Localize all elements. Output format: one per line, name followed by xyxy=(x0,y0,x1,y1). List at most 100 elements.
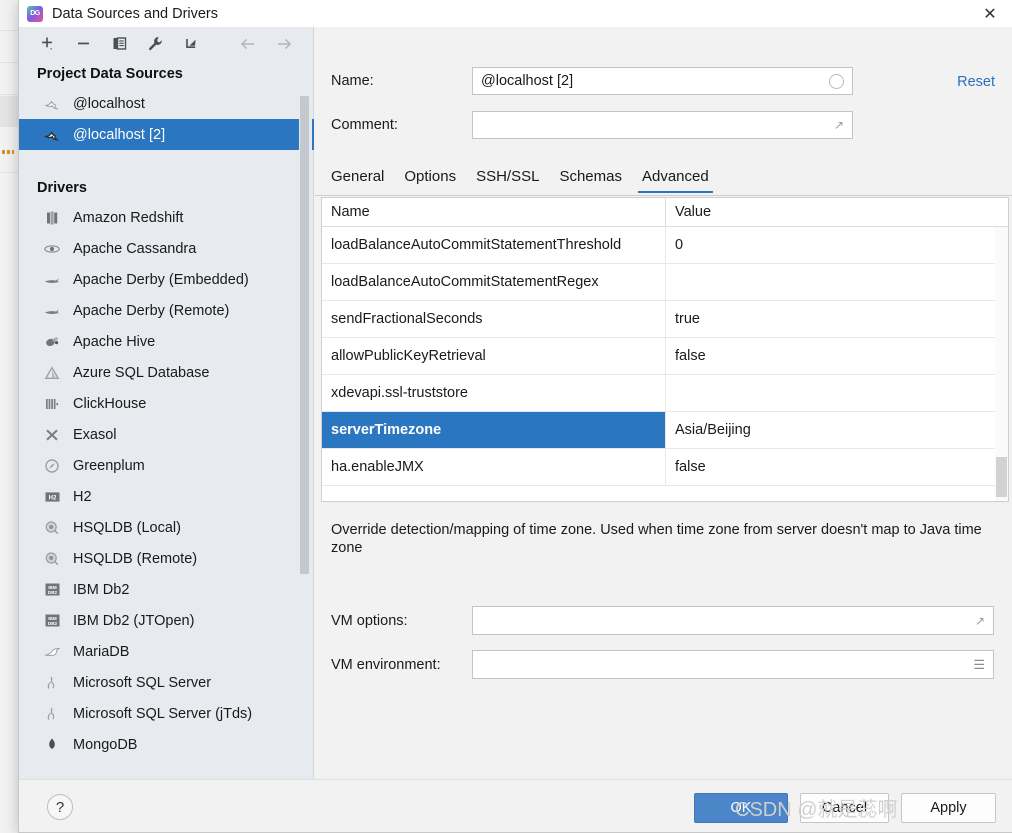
vm-environment-input[interactable]: ☰ xyxy=(472,650,994,679)
ok-button[interactable]: OK xyxy=(694,793,788,823)
driver-item-apache-derby-remote[interactable]: Apache Derby (Remote) xyxy=(19,295,314,326)
vm-options-input[interactable]: ↗ xyxy=(472,606,994,635)
driver-item-hsqldb-remote[interactable]: HSQLDB (Remote) xyxy=(19,543,314,574)
tab-advanced[interactable]: Advanced xyxy=(632,164,719,193)
driver-label: Amazon Redshift xyxy=(73,209,184,226)
comment-input[interactable]: ↗ xyxy=(472,111,853,139)
driver-item-azure-sql-database[interactable]: Azure SQL Database xyxy=(19,357,314,388)
table-row[interactable]: loadBalanceAutoCommitStatementThreshold … xyxy=(322,227,1008,264)
add-data-source-button[interactable] xyxy=(37,34,57,54)
property-value[interactable] xyxy=(665,264,1008,300)
property-name: allowPublicKeyRetrieval xyxy=(331,348,486,364)
sidebar-item-localhost-2[interactable]: @localhost [2] xyxy=(19,119,314,150)
vm-environment-label: VM environment: xyxy=(331,657,441,673)
sidebar-scrollbar-thumb[interactable] xyxy=(300,96,309,574)
driver-item-hsqldb-local[interactable]: HSQLDB (Local) xyxy=(19,512,314,543)
name-input[interactable]: @localhost [2] xyxy=(472,67,853,95)
property-value[interactable] xyxy=(665,375,1008,411)
driver-item-ibm-db2[interactable]: IBM DB2 IBM Db2 xyxy=(19,574,314,605)
hive-bee-icon xyxy=(41,332,63,352)
property-value[interactable]: false xyxy=(665,338,1008,374)
close-icon[interactable]: ✕ xyxy=(967,0,1012,27)
h2-icon: H2 xyxy=(41,487,63,507)
redshift-icon xyxy=(41,208,63,228)
dialog-titlebar: DG Data Sources and Drivers ✕ xyxy=(19,0,1012,27)
sidebar-list[interactable]: Project Data Sources @localhost @localho… xyxy=(19,60,314,779)
property-value[interactable]: Asia/Beijing xyxy=(665,412,1008,448)
help-button[interactable]: ? xyxy=(47,794,73,820)
expand-icon[interactable]: ↗ xyxy=(975,614,985,628)
connection-status-icon xyxy=(829,73,844,89)
property-value[interactable]: 0 xyxy=(665,227,1008,263)
svg-text:DB2: DB2 xyxy=(47,590,57,595)
table-scrollbar-thumb[interactable] xyxy=(996,457,1007,497)
forward-button[interactable] xyxy=(274,34,294,54)
driver-item-apache-derby-embedded[interactable]: Apache Derby (Embedded) xyxy=(19,264,314,295)
derby-icon xyxy=(41,270,63,290)
driver-label: IBM Db2 (JTOpen) xyxy=(73,612,195,629)
tab-general[interactable]: General xyxy=(321,164,394,193)
driver-item-apache-cassandra[interactable]: Apache Cassandra xyxy=(19,233,314,264)
driver-label: H2 xyxy=(73,488,92,505)
sidebar-scrollbar[interactable] xyxy=(299,60,312,779)
drivers-heading: Drivers xyxy=(37,180,87,196)
driver-label: Azure SQL Database xyxy=(73,364,210,381)
table-row[interactable]: xdevapi.ssl-truststore xyxy=(322,375,1008,412)
cancel-button[interactable]: Cancel xyxy=(800,793,889,823)
exasol-x-icon xyxy=(41,425,63,445)
driver-item-apache-hive[interactable]: Apache Hive xyxy=(19,326,314,357)
driver-item-ibm-db2-jtopen[interactable]: IBM DB2 IBM Db2 (JTOpen) xyxy=(19,605,314,636)
cassandra-eye-icon xyxy=(41,239,63,259)
mysql-dolphin-icon xyxy=(41,94,63,114)
driver-item-clickhouse[interactable]: ClickHouse xyxy=(19,388,314,419)
import-arrow-icon[interactable] xyxy=(181,34,201,54)
driver-item-microsoft-sql-server[interactable]: Microsoft SQL Server xyxy=(19,667,314,698)
apply-button[interactable]: Apply xyxy=(901,793,996,823)
driver-item-greenplum[interactable]: Greenplum xyxy=(19,450,314,481)
property-name: sendFractionalSeconds xyxy=(331,311,483,327)
driver-label: Apache Derby (Embedded) xyxy=(73,271,249,288)
vm-options-label: VM options: xyxy=(331,613,408,629)
table-row[interactable]: loadBalanceAutoCommitStatementRegex xyxy=(322,264,1008,301)
driver-label: Apache Hive xyxy=(73,333,156,350)
property-name: loadBalanceAutoCommitStatementRegex xyxy=(331,274,599,290)
table-scrollbar[interactable] xyxy=(995,227,1008,501)
wrench-icon[interactable] xyxy=(145,34,165,54)
property-name: serverTimezone xyxy=(322,412,665,448)
advanced-properties-table[interactable]: Name Value loadBalanceAutoCommitStatemen… xyxy=(321,197,1009,502)
azure-triangle-icon xyxy=(41,363,63,383)
list-edit-icon[interactable]: ☰ xyxy=(973,657,985,673)
property-value[interactable]: false xyxy=(665,449,1008,485)
driver-item-mongodb[interactable]: MongoDB xyxy=(19,729,314,760)
property-value[interactable]: true xyxy=(665,301,1008,337)
data-source-settings-panel: Name: @localhost [2] Comment: ↗ Reset Ge… xyxy=(315,27,1012,779)
svg-text:DB2: DB2 xyxy=(47,621,57,626)
driver-item-mariadb[interactable]: MariaDB xyxy=(19,636,314,667)
sidebar-item-localhost[interactable]: @localhost xyxy=(19,88,314,119)
table-row[interactable]: allowPublicKeyRetrieval false xyxy=(322,338,1008,375)
tab-options[interactable]: Options xyxy=(394,164,466,193)
table-row[interactable]: sendFractionalSeconds true xyxy=(322,301,1008,338)
tab-ssh-ssl[interactable]: SSH/SSL xyxy=(466,164,549,193)
driver-item-exasol[interactable]: Exasol xyxy=(19,419,314,450)
driver-item-microsoft-sql-server-jtds[interactable]: Microsoft SQL Server (jTds) xyxy=(19,698,314,729)
data-sources-sidebar: Project Data Sources @localhost @localho… xyxy=(19,27,314,779)
tab-schemas[interactable]: Schemas xyxy=(549,164,632,193)
back-button[interactable] xyxy=(238,34,258,54)
driver-item-h2[interactable]: H2 H2 xyxy=(19,481,314,512)
driver-label: HSQLDB (Remote) xyxy=(73,550,198,567)
remove-data-source-button[interactable] xyxy=(73,34,93,54)
copy-icon[interactable] xyxy=(109,34,129,54)
table-header: Name Value xyxy=(322,198,1008,227)
derby-icon xyxy=(41,301,63,321)
table-row-selected[interactable]: serverTimezone Asia/Beijing xyxy=(322,412,1008,449)
table-row[interactable]: ha.enableJMX false xyxy=(322,449,1008,486)
datagrip-icon: DG xyxy=(27,5,43,22)
expand-icon[interactable]: ↗ xyxy=(834,118,844,132)
driver-item-amazon-redshift[interactable]: Amazon Redshift xyxy=(19,202,314,233)
reset-link[interactable]: Reset xyxy=(957,74,995,90)
ibm-db2-icon: IBM DB2 xyxy=(41,580,63,600)
settings-tabs: General Options SSH/SSL Schemas Advanced xyxy=(321,164,719,193)
hsqldb-icon xyxy=(41,518,63,538)
project-data-sources-heading: Project Data Sources xyxy=(37,66,183,82)
